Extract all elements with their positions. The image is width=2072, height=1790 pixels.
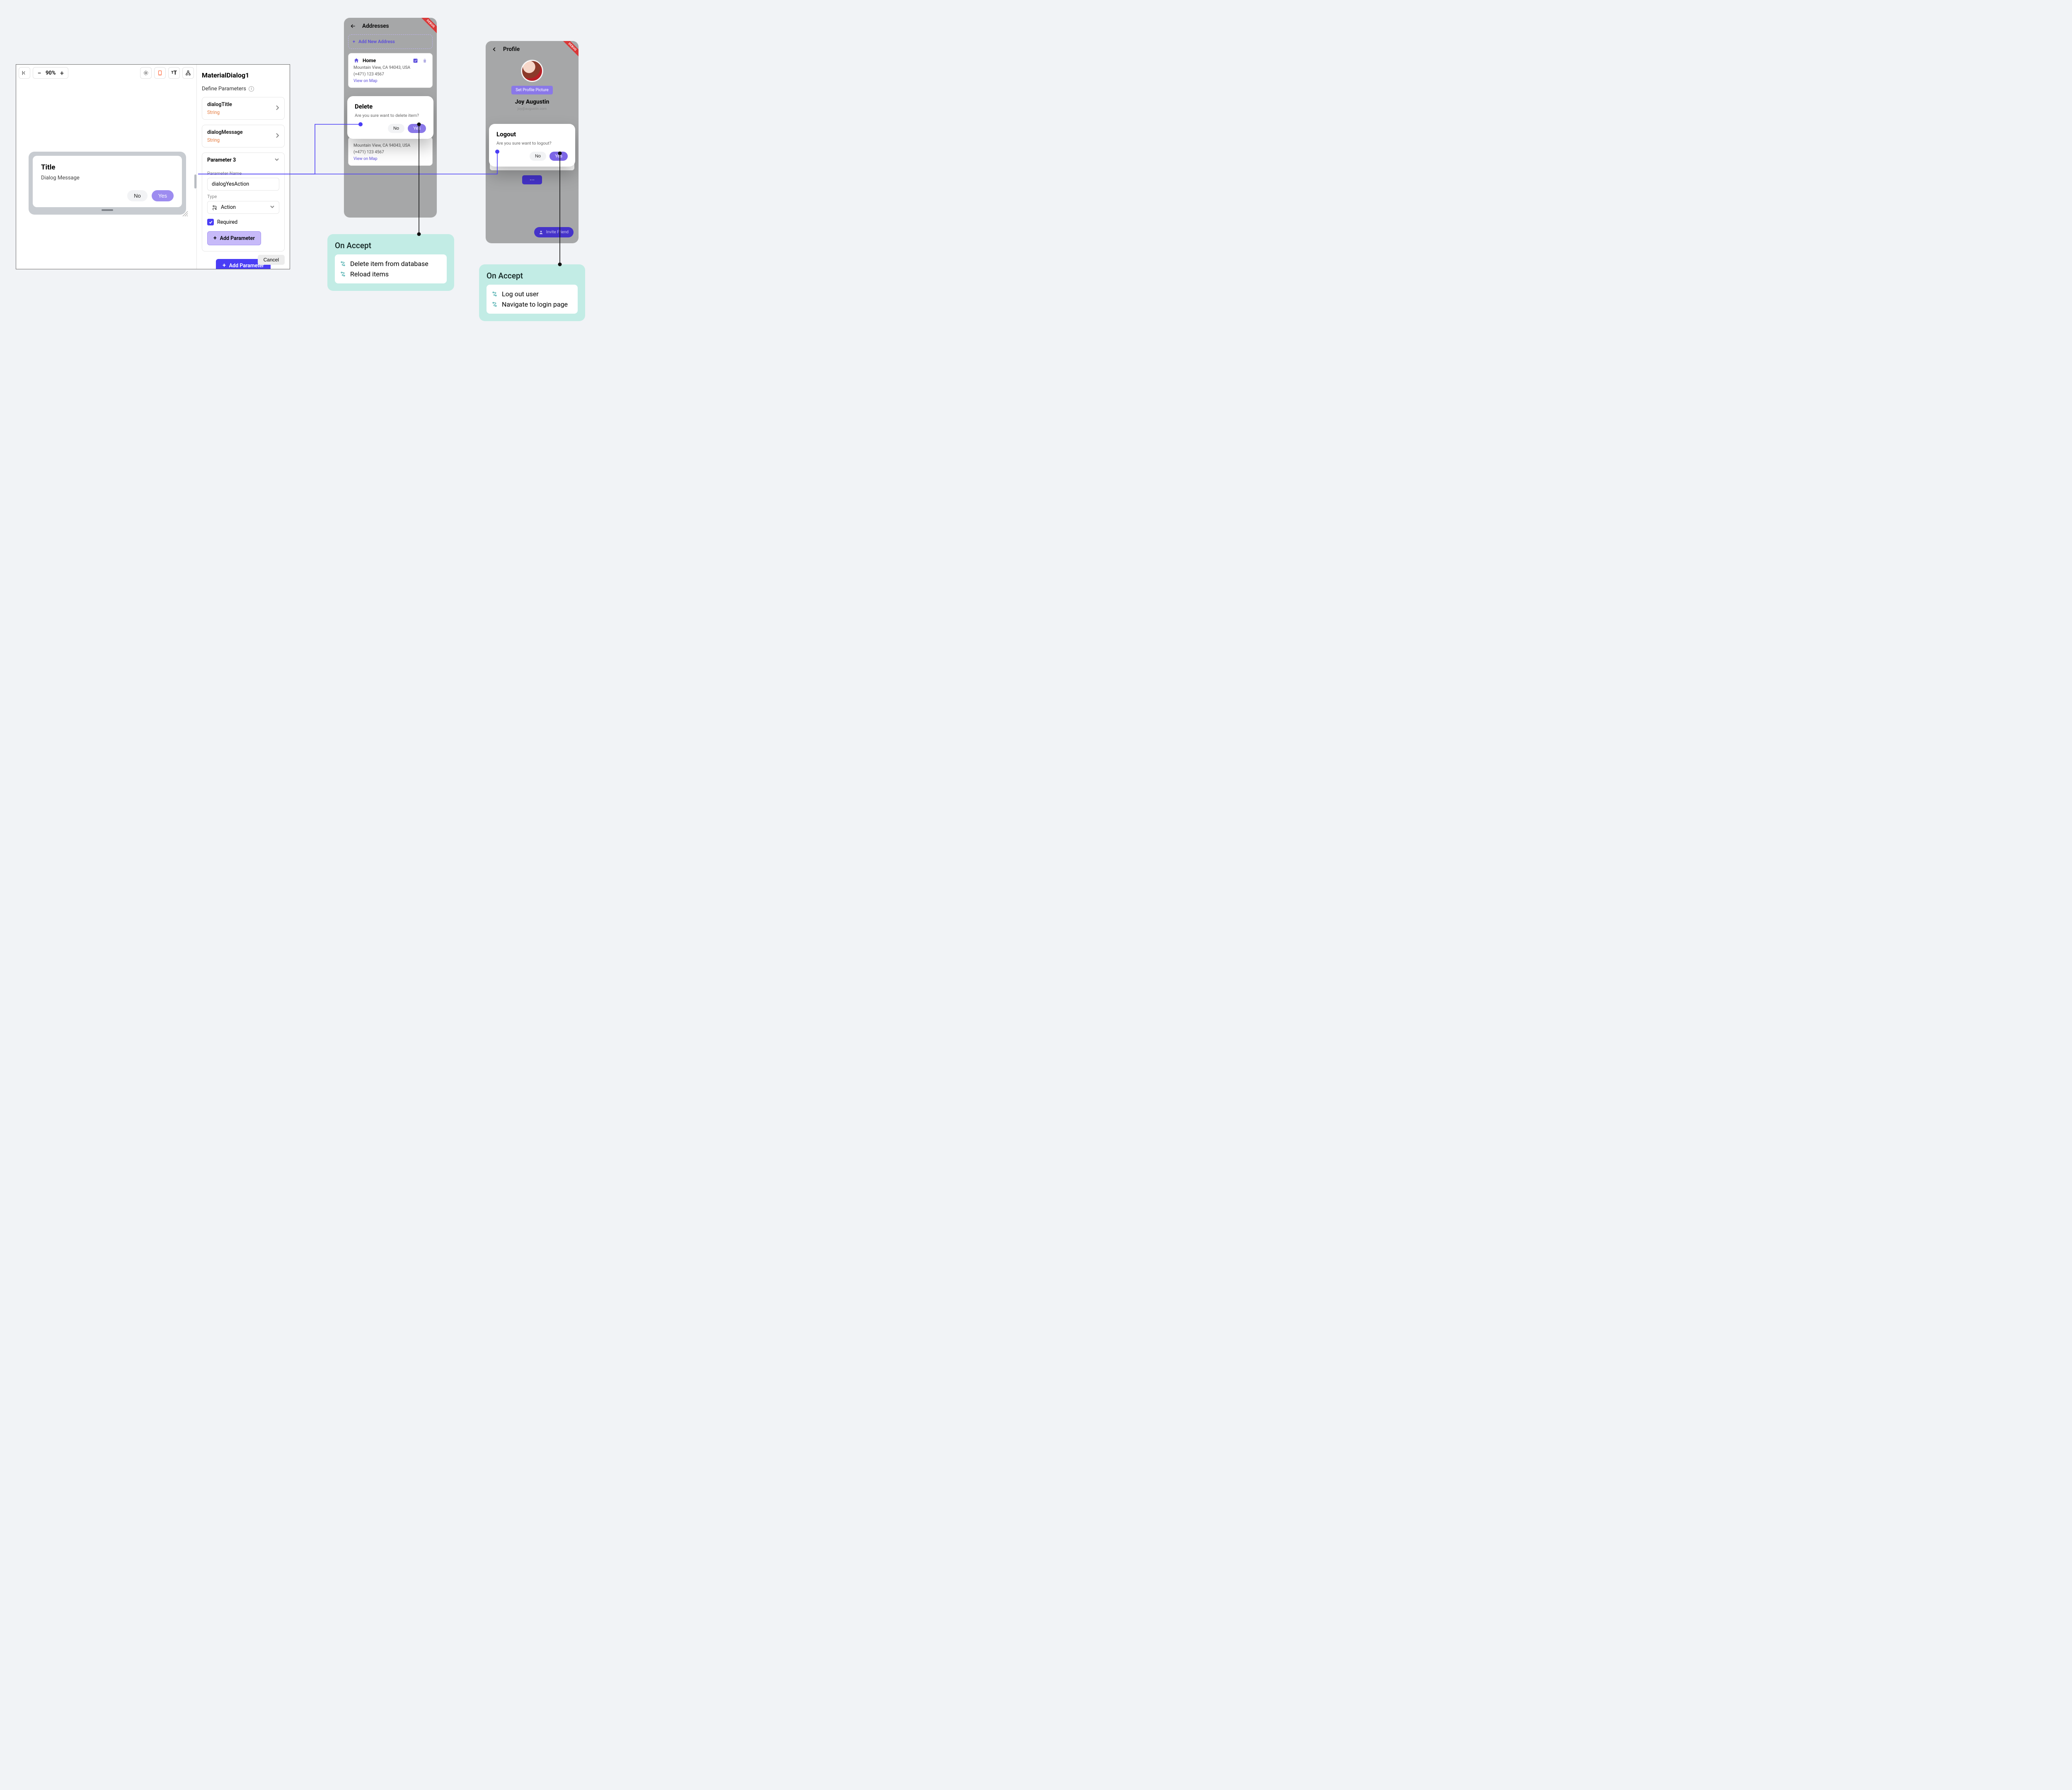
param-row-dialogTitle[interactable]: dialogTitle String — [202, 97, 285, 120]
collapse-sidebar-button[interactable] — [19, 67, 30, 79]
preview-no-button[interactable]: No — [127, 190, 148, 201]
text-size-button[interactable]: TT — [168, 67, 180, 79]
chevron-down-icon — [270, 204, 275, 210]
person-add-icon — [539, 230, 544, 235]
chevron-right-icon — [275, 104, 279, 112]
dialog-title: Logout — [496, 131, 568, 138]
action-icon — [491, 291, 498, 297]
view-on-map-link[interactable]: View on Map — [353, 157, 427, 161]
address-card-2: Mountain View, CA 94043, USA (+471) 123 … — [348, 137, 433, 166]
phone-profile: DEBUG Profile Set Profile Picture Joy Au… — [486, 41, 579, 243]
info-icon[interactable]: i — [249, 86, 254, 92]
view-on-map-link[interactable]: View on Map — [353, 79, 427, 83]
back-arrow-icon[interactable] — [350, 23, 356, 29]
home-icon — [353, 58, 359, 63]
action-icon — [491, 301, 498, 307]
param-expanded-header[interactable]: Parameter 3 — [207, 153, 279, 167]
property-panel: MaterialDialog1 Define Parameters i dial… — [196, 65, 290, 269]
action-icon — [212, 205, 218, 210]
dialog-message: Are you sure want to logout? — [496, 140, 568, 146]
param-expanded: Parameter 3 Parameter Name Type Action — [202, 152, 285, 252]
phone-addresses: DEBUG Addresses + Add New Address Home — [344, 18, 437, 218]
action-icon — [340, 261, 346, 267]
invite-friend-button[interactable]: Invite Friend — [534, 227, 574, 237]
callout-line: Delete item from database — [340, 259, 442, 269]
avatar — [521, 60, 543, 82]
callout-title: On Accept — [487, 271, 578, 281]
device-preview-button[interactable] — [154, 67, 166, 79]
logout-dialog: Logout Are you sure want to logout? No Y… — [489, 124, 575, 167]
on-accept-callout-1: On Accept Delete item from database Relo… — [327, 234, 454, 291]
zoom-out-button[interactable]: − — [35, 68, 44, 78]
chevron-down-icon — [274, 157, 279, 163]
delete-dialog: Delete Are you sure want to delete item?… — [347, 96, 433, 139]
device-frame: Title Dialog Message No Yes — [29, 152, 186, 215]
preview-dialog-title: Title — [41, 163, 174, 172]
required-checkbox-row[interactable]: Required — [207, 219, 279, 225]
preview-dialog: Title Dialog Message No Yes — [33, 156, 182, 207]
appbar-addresses: Addresses — [344, 18, 437, 34]
on-accept-callout-2: On Accept Log out user Navigate to login… — [479, 264, 585, 321]
callout-line: Reload items — [340, 269, 442, 279]
chevron-right-icon — [275, 132, 279, 140]
dialog-no-button[interactable]: No — [530, 152, 546, 161]
add-address-button[interactable]: + Add New Address — [348, 34, 433, 49]
appbar-profile: Profile — [486, 41, 579, 58]
param-name-input[interactable] — [207, 178, 279, 191]
dialog-yes-button[interactable]: Yes — [408, 124, 426, 133]
dialog-message: Are you sure want to delete item? — [355, 113, 426, 118]
cancel-button[interactable]: Cancel — [258, 255, 285, 265]
profile-email: joy@augustin.com — [486, 107, 579, 111]
dialog-no-button[interactable]: No — [388, 124, 404, 133]
set-picture-button[interactable]: Set Profile Picture — [511, 86, 552, 94]
canvas-area: − 90% + TT Title Di — [16, 65, 196, 269]
zoom-in-button[interactable]: + — [57, 68, 66, 78]
plus-icon: + — [223, 262, 226, 269]
component-title: MaterialDialog1 — [202, 71, 285, 79]
check-icon[interactable] — [413, 58, 418, 63]
preview-dialog-message: Dialog Message — [41, 175, 174, 181]
appbar-title: Profile — [503, 46, 520, 53]
address-card-home: Home Mountain View, CA 94043, USA (+471)… — [348, 53, 433, 88]
preview-yes-button[interactable]: Yes — [152, 190, 174, 201]
back-chevron-icon[interactable] — [491, 46, 497, 52]
device-speaker — [102, 209, 113, 211]
plus-icon: + — [353, 39, 355, 44]
resize-handle[interactable] — [182, 210, 189, 217]
callout-line: Navigate to login page — [491, 299, 573, 310]
action-icon — [340, 271, 346, 277]
canvas-toolbar-left: − 90% + — [19, 67, 68, 79]
checkbox-checked-icon — [207, 219, 214, 225]
section-subtitle: Define Parameters i — [202, 86, 285, 92]
zoom-percent: 90% — [44, 70, 57, 76]
param-type-label: Type — [207, 194, 279, 199]
param-type-select[interactable]: Action — [207, 201, 279, 214]
callout-title: On Accept — [335, 241, 447, 250]
editor-panel: − 90% + TT Title Di — [16, 64, 290, 269]
canvas-toolbar-right: TT — [140, 67, 194, 79]
profile-name: Joy Augustin — [486, 99, 579, 105]
trash-icon[interactable] — [422, 58, 427, 63]
param-name-label: Parameter Name — [207, 171, 279, 176]
dialog-yes-button[interactable]: Yes — [549, 152, 568, 161]
zoom-control: − 90% + — [33, 67, 68, 79]
loading-pill: ⋯ — [522, 175, 542, 184]
node-tree-button[interactable] — [182, 67, 194, 79]
dialog-title: Delete — [355, 103, 426, 110]
theme-toggle-button[interactable] — [140, 67, 152, 79]
callout-line: Log out user — [491, 289, 573, 299]
add-parameter-inner-button[interactable]: + Add Parameter — [207, 231, 261, 245]
param-row-dialogMessage[interactable]: dialogMessage String — [202, 125, 285, 148]
plus-icon: + — [213, 235, 217, 242]
appbar-title: Addresses — [362, 23, 389, 29]
